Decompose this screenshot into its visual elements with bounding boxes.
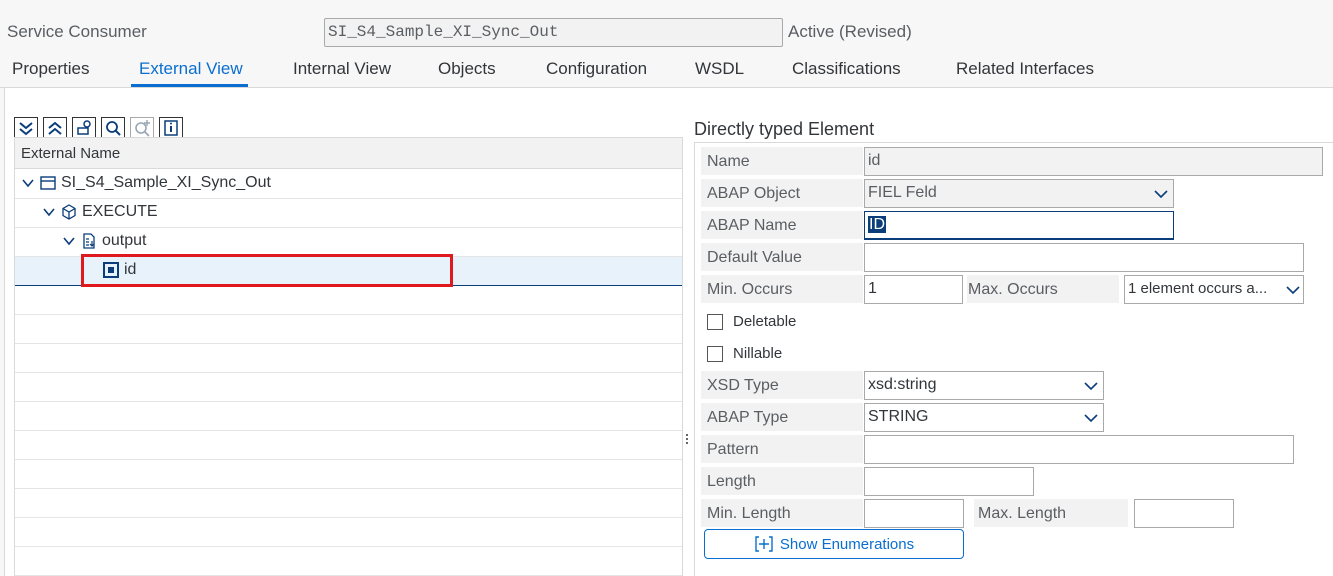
tab-related-interfaces[interactable]: Related Interfaces [956, 59, 1094, 79]
service-consumer-field[interactable]: SI_S4_Sample_XI_Sync_Out [324, 18, 783, 47]
xsd-type-label: XSD Type [707, 377, 779, 394]
structure-tree: External Name SI_S4_Sample_XI_Sync_Out E… [14, 137, 683, 576]
abap-type-label: ABAP Type [707, 409, 789, 426]
tab-classifications[interactable]: Classifications [792, 59, 901, 79]
abap-object-select[interactable]: FIEL Feld [864, 179, 1174, 208]
xsd-type-row: XSD Type xsd:string [695, 369, 1333, 401]
default-value-row: Default Value [695, 241, 1333, 273]
pattern-input[interactable] [864, 435, 1294, 464]
min-length-input[interactable] [864, 499, 964, 528]
abap-object-label: ABAP Object [707, 185, 801, 202]
chevron-down-icon[interactable] [42, 205, 56, 219]
abap-name-row: ABAP Name ID [695, 209, 1333, 241]
tree-row-empty [15, 431, 682, 460]
abap-name-label: ABAP Name [707, 217, 797, 234]
abap-type-value: STRING [868, 408, 929, 425]
enumeration-icon [755, 536, 773, 552]
nillable-checkbox[interactable] [707, 346, 723, 362]
tab-bar: Properties External View Internal View O… [0, 52, 1333, 88]
tree-row[interactable]: EXECUTE [15, 199, 682, 228]
info-icon[interactable] [159, 117, 183, 139]
tab-external-view[interactable]: External View [139, 59, 243, 79]
status-text: Active (Revised) [788, 22, 912, 41]
chevron-down-icon[interactable] [21, 176, 35, 190]
tree-row[interactable]: output [15, 228, 682, 257]
tree-row-empty [15, 547, 682, 576]
tree-row[interactable]: SI_S4_Sample_XI_Sync_Out [15, 170, 682, 199]
show-enumerations-label: Show Enumerations [779, 535, 915, 553]
name-label: Name [707, 153, 750, 170]
header-bar: Service Consumer SI_S4_Sample_XI_Sync_Ou… [0, 0, 1333, 52]
deletable-checkbox[interactable] [707, 314, 723, 330]
default-value-input[interactable] [864, 243, 1304, 272]
assign-icon[interactable] [72, 117, 96, 139]
tree-row-empty [15, 460, 682, 489]
max-length-label: Max. Length [978, 505, 1067, 522]
find-next-icon[interactable] [130, 117, 154, 139]
xsd-type-select[interactable]: xsd:string [864, 371, 1104, 400]
tree-node-label: EXECUTE [82, 203, 158, 220]
details-panel: Name id ABAP Object FIEL Feld ABAP Name … [694, 142, 1333, 576]
collapse-all-icon[interactable] [43, 117, 67, 139]
operation-icon [62, 204, 76, 220]
tree-row-empty [15, 373, 682, 402]
min-occurs-input[interactable]: 1 [864, 275, 963, 304]
max-occurs-value: 1 element occurs a... [1128, 280, 1268, 297]
tab-wsdl[interactable]: WSDL [695, 59, 744, 79]
chevron-down-icon [1286, 286, 1300, 295]
deletable-row: Deletable [695, 305, 1333, 337]
chevron-down-icon [1084, 414, 1098, 423]
abap-name-input[interactable]: ID [864, 211, 1174, 240]
pattern-row: Pattern [695, 433, 1333, 465]
column-header-external-name: External Name [15, 138, 682, 169]
abap-object-row: ABAP Object FIEL Feld [695, 177, 1333, 209]
abap-type-select[interactable]: STRING [864, 403, 1104, 432]
min-length-label: Min. Length [707, 505, 791, 522]
tree-node-label: SI_S4_Sample_XI_Sync_Out [61, 174, 271, 191]
max-occurs-label: Max. Occurs [968, 281, 1058, 298]
min-occurs-label: Min. Occurs [707, 281, 793, 298]
length-row: Length [695, 465, 1333, 497]
tab-configuration[interactable]: Configuration [546, 59, 647, 79]
abap-name-value: ID [868, 216, 886, 233]
pattern-label: Pattern [707, 441, 759, 458]
abap-object-value: FIEL Feld [868, 184, 937, 201]
chevron-down-icon [1084, 382, 1098, 391]
name-row: Name id [695, 145, 1333, 177]
tab-internal-view[interactable]: Internal View [293, 59, 391, 79]
tree-row-empty [15, 489, 682, 518]
tree-row-empty [15, 315, 682, 344]
panel-splitter[interactable] [686, 432, 689, 448]
message-icon [83, 233, 95, 249]
tree-row-empty [15, 518, 682, 547]
max-length-input[interactable] [1134, 499, 1234, 528]
default-value-label: Default Value [707, 249, 802, 266]
xsd-type-value: xsd:string [868, 376, 937, 393]
tab-properties[interactable]: Properties [12, 59, 89, 79]
deletable-label: Deletable [733, 313, 797, 330]
show-enumerations-button[interactable]: Show Enumerations [704, 529, 964, 559]
name-field: id [864, 147, 1323, 176]
expand-all-icon[interactable] [14, 117, 38, 139]
tab-objects[interactable]: Objects [438, 59, 496, 79]
length-label: Length [707, 473, 756, 490]
min-max-length-row: Min. Length Max. Length [695, 497, 1333, 529]
chevron-down-icon[interactable] [62, 234, 76, 248]
tree-row-empty [15, 286, 682, 315]
find-icon[interactable] [101, 117, 125, 139]
abap-type-row: ABAP Type STRING [695, 401, 1333, 433]
tree-row-empty [15, 344, 682, 373]
tree-row-empty [15, 402, 682, 431]
nillable-row: Nillable [695, 337, 1333, 369]
service-interface-icon [40, 176, 56, 190]
tree-node-label: output [102, 232, 147, 249]
occurs-row: Min. Occurs 1 Max. Occurs 1 element occu… [695, 273, 1333, 305]
nillable-label: Nillable [733, 345, 783, 362]
max-occurs-select[interactable]: 1 element occurs a... [1124, 275, 1304, 304]
highlight-box [81, 254, 453, 287]
service-consumer-label: Service Consumer [7, 22, 147, 41]
length-input[interactable] [864, 467, 1034, 496]
details-title: Directly typed Element [694, 119, 875, 139]
chevron-down-icon [1154, 190, 1168, 199]
